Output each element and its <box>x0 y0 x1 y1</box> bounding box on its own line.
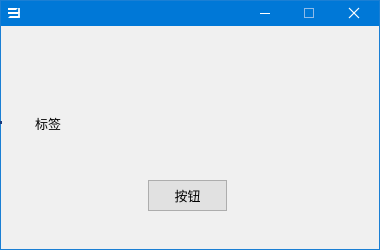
app-logo-icon <box>5 4 23 22</box>
form-client-area: 标签 按钮 <box>1 26 379 249</box>
form-button[interactable]: 按钮 <box>148 180 227 211</box>
maximize-button[interactable] <box>286 1 332 26</box>
close-icon <box>348 4 360 23</box>
close-button[interactable] <box>331 1 377 26</box>
form-button-label: 按钮 <box>174 190 201 205</box>
edge-divider <box>0 121 2 124</box>
minimize-button[interactable] <box>242 1 288 26</box>
form-label: 标签 <box>35 118 62 133</box>
maximize-icon <box>303 4 315 23</box>
minimize-icon <box>259 4 271 23</box>
app-window: 标签 按钮 <box>0 0 380 250</box>
title-bar[interactable] <box>1 1 379 26</box>
